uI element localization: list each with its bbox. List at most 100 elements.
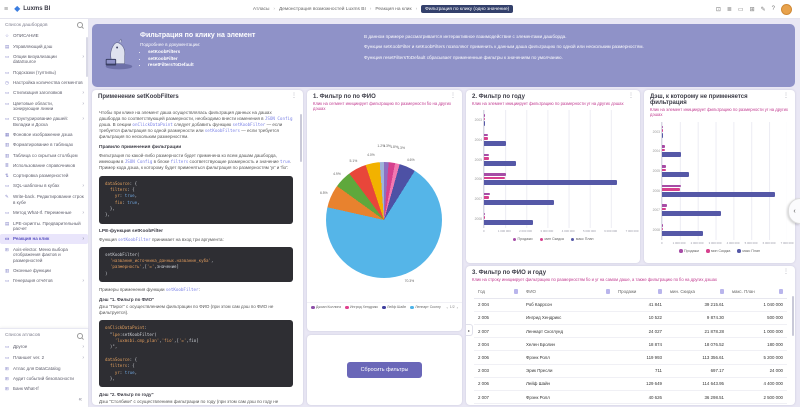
atlas-item[interactable]: ⊞Банк What-If bbox=[0, 384, 88, 394]
sidebar-item[interactable]: ▭SQL-шаблоны в кубах› bbox=[0, 181, 88, 192]
doc-panel-scrollbar[interactable] bbox=[300, 114, 303, 162]
table-header-cell[interactable]: мин. Скидка bbox=[666, 285, 728, 297]
legend-item[interactable]: макс План bbox=[571, 237, 594, 241]
kebab-menu-icon[interactable]: ⋮ bbox=[628, 94, 634, 99]
bar-1[interactable] bbox=[662, 185, 681, 188]
bar-3[interactable] bbox=[484, 161, 516, 166]
atlas-item[interactable]: ▭Планшет ver. 2› bbox=[0, 352, 88, 363]
legend-item[interactable]: мин Скидка bbox=[706, 249, 730, 253]
bar-1[interactable] bbox=[484, 154, 489, 157]
banner-doc-link[interactable]: setKoobFilter bbox=[148, 56, 340, 63]
table-header-cell[interactable]: Продажи bbox=[614, 285, 666, 297]
breadcrumb-item[interactable]: Демонстрация возможностей Luxms BI bbox=[279, 7, 366, 12]
search-icon[interactable] bbox=[77, 22, 83, 28]
export-icon[interactable]: ⊡ bbox=[716, 6, 721, 13]
legend-item[interactable]: Ингрид Хендрикс bbox=[345, 305, 378, 309]
table-row[interactable]: 2 005Ингрид Хендрикс10 5229 874.30500 00… bbox=[474, 312, 787, 325]
bar-2[interactable] bbox=[484, 196, 489, 199]
bar-3[interactable] bbox=[662, 172, 689, 177]
comment-icon[interactable]: ▭ bbox=[738, 6, 744, 13]
kebab-menu-icon[interactable]: ⋮ bbox=[291, 94, 297, 99]
banner-doc-link[interactable]: setKoobFilters bbox=[148, 49, 340, 56]
sidebar-collapse-icon[interactable]: « bbox=[0, 394, 88, 407]
sidebar-item[interactable]: ▦Фоновое изображение дэша bbox=[0, 130, 88, 140]
banner-doc-link[interactable]: resetFiltersToDefault bbox=[148, 62, 340, 69]
sidebar-item[interactable]: ▭Генерация отчётов› bbox=[0, 276, 88, 287]
table-row[interactable]: 2 006Фрэнк Ролл119 993113 356.615 200 00… bbox=[474, 351, 787, 364]
table-header-cell[interactable]: Год bbox=[474, 285, 522, 297]
legend-item[interactable]: Лейф Шайн bbox=[382, 305, 406, 309]
bar-2[interactable] bbox=[662, 228, 663, 231]
bar-2[interactable] bbox=[662, 129, 663, 132]
legend-item[interactable]: Продажи bbox=[679, 249, 699, 253]
kebab-menu-icon[interactable]: ⋮ bbox=[450, 94, 456, 99]
app-logo[interactable]: ◆ Luxms BI bbox=[14, 5, 50, 13]
table-row[interactable]: 2 004Хелен Бролин18 87418 076.52180 000 bbox=[474, 338, 787, 351]
bar-1[interactable] bbox=[484, 213, 485, 216]
bar-3[interactable] bbox=[484, 141, 506, 146]
apps-icon[interactable]: ⊞ bbox=[750, 6, 755, 13]
table-header-cell[interactable]: макс. План bbox=[728, 285, 787, 297]
sidebar-item[interactable]: ▤Управляющий дэш bbox=[0, 41, 88, 51]
pie-chart-plot[interactable] bbox=[326, 162, 442, 278]
bar-1[interactable] bbox=[662, 126, 663, 129]
search-icon[interactable] bbox=[77, 333, 83, 339]
sidebar-item[interactable]: ⊞Axis-elector. Меню выбора отображения ф… bbox=[0, 244, 88, 265]
bar-2[interactable] bbox=[484, 216, 485, 219]
sidebar-item[interactable]: ▥Форматирование в таблицах bbox=[0, 140, 88, 150]
breadcrumb-item[interactable]: Реакция на клик bbox=[375, 7, 411, 12]
sidebar-item[interactable]: ⇅Сортировка размерностей bbox=[0, 171, 88, 181]
sidebar-item[interactable]: ✎Write-back. Редактирование строк в кубе bbox=[0, 192, 88, 208]
sidebar-item[interactable]: ▭Опции визуализации dataSource› bbox=[0, 52, 88, 68]
help-icon[interactable]: ? bbox=[772, 6, 775, 12]
bar-1[interactable] bbox=[484, 134, 488, 137]
bar-1[interactable] bbox=[662, 165, 666, 168]
sidebar-item[interactable]: ≣Использование справочников bbox=[0, 160, 88, 170]
table-row[interactable]: 2 007Фрэнк Ролл40 62636 298.512 500 000 bbox=[474, 391, 787, 404]
bar-1[interactable] bbox=[662, 224, 663, 227]
bar-3[interactable] bbox=[662, 192, 775, 197]
breadcrumb-item[interactable]: Атласы bbox=[253, 7, 270, 12]
sidebar-item[interactable]: ◷Настройка количества сегментов bbox=[0, 77, 88, 87]
sidebar-item[interactable]: ▭Метод What-If. Переменные› bbox=[0, 207, 88, 218]
column-filter-icon[interactable] bbox=[779, 289, 784, 294]
column-filter-icon[interactable] bbox=[720, 289, 725, 294]
bar-1[interactable] bbox=[484, 114, 485, 117]
list-icon[interactable]: ≣ bbox=[727, 6, 732, 13]
bar-3[interactable] bbox=[662, 133, 663, 138]
table-scrollbar[interactable] bbox=[792, 296, 795, 336]
sidebar-item[interactable]: ▤LPE-скрипты. Предварительный расчет bbox=[0, 218, 88, 234]
legend-item[interactable]: макс План bbox=[737, 249, 760, 253]
sidebar-scrollbar[interactable] bbox=[86, 37, 88, 77]
atlas-item[interactable]: ▭Другое› bbox=[0, 342, 88, 353]
column-filter-icon[interactable] bbox=[514, 289, 519, 294]
bar-3[interactable] bbox=[484, 220, 533, 225]
bar-3[interactable] bbox=[484, 180, 617, 185]
table-row[interactable]: 2 006Лейф Шайн129 649114 643.954 400 000 bbox=[474, 378, 787, 391]
kebab-menu-icon[interactable]: ⋮ bbox=[783, 94, 789, 99]
bar-2[interactable] bbox=[662, 149, 665, 152]
legend-item[interactable]: Джоан Коллинз bbox=[311, 305, 341, 309]
sidebar-item[interactable]: ▭Цветовые области, зонирующие линии› bbox=[0, 98, 88, 114]
column-filter-icon[interactable] bbox=[606, 289, 611, 294]
bar-2[interactable] bbox=[484, 157, 489, 160]
bar-2[interactable] bbox=[662, 188, 680, 191]
reset-filters-button[interactable]: Сбросить фильтры bbox=[347, 362, 423, 378]
table-header-cell[interactable]: ФИО bbox=[522, 285, 614, 297]
panel-expand-handle[interactable]: ▸ bbox=[466, 324, 473, 336]
bar-1[interactable] bbox=[484, 193, 490, 196]
atlas-item[interactable]: ⊞Атлас для DataCatalog bbox=[0, 363, 88, 373]
pager-prev-icon[interactable]: ‹ bbox=[446, 305, 447, 310]
table-row[interactable]: 2 004Роб Каррсон41 84139 215.611 040 000 bbox=[474, 299, 787, 312]
bar-3[interactable] bbox=[662, 152, 681, 157]
bar-1[interactable] bbox=[662, 145, 665, 148]
bar-2[interactable] bbox=[484, 118, 485, 121]
bar-1[interactable] bbox=[484, 173, 506, 176]
hamburger-menu-icon[interactable]: ≡ bbox=[4, 6, 8, 13]
bar-2[interactable] bbox=[662, 169, 666, 172]
column-filter-icon[interactable] bbox=[658, 289, 663, 294]
kebab-menu-icon[interactable]: ⋮ bbox=[783, 270, 789, 275]
sidebar-item-active[interactable]: ▭Реакция на клик› bbox=[0, 234, 88, 245]
legend-item[interactable]: Продажи bbox=[513, 237, 533, 241]
pager-next-icon[interactable]: › bbox=[457, 305, 458, 310]
